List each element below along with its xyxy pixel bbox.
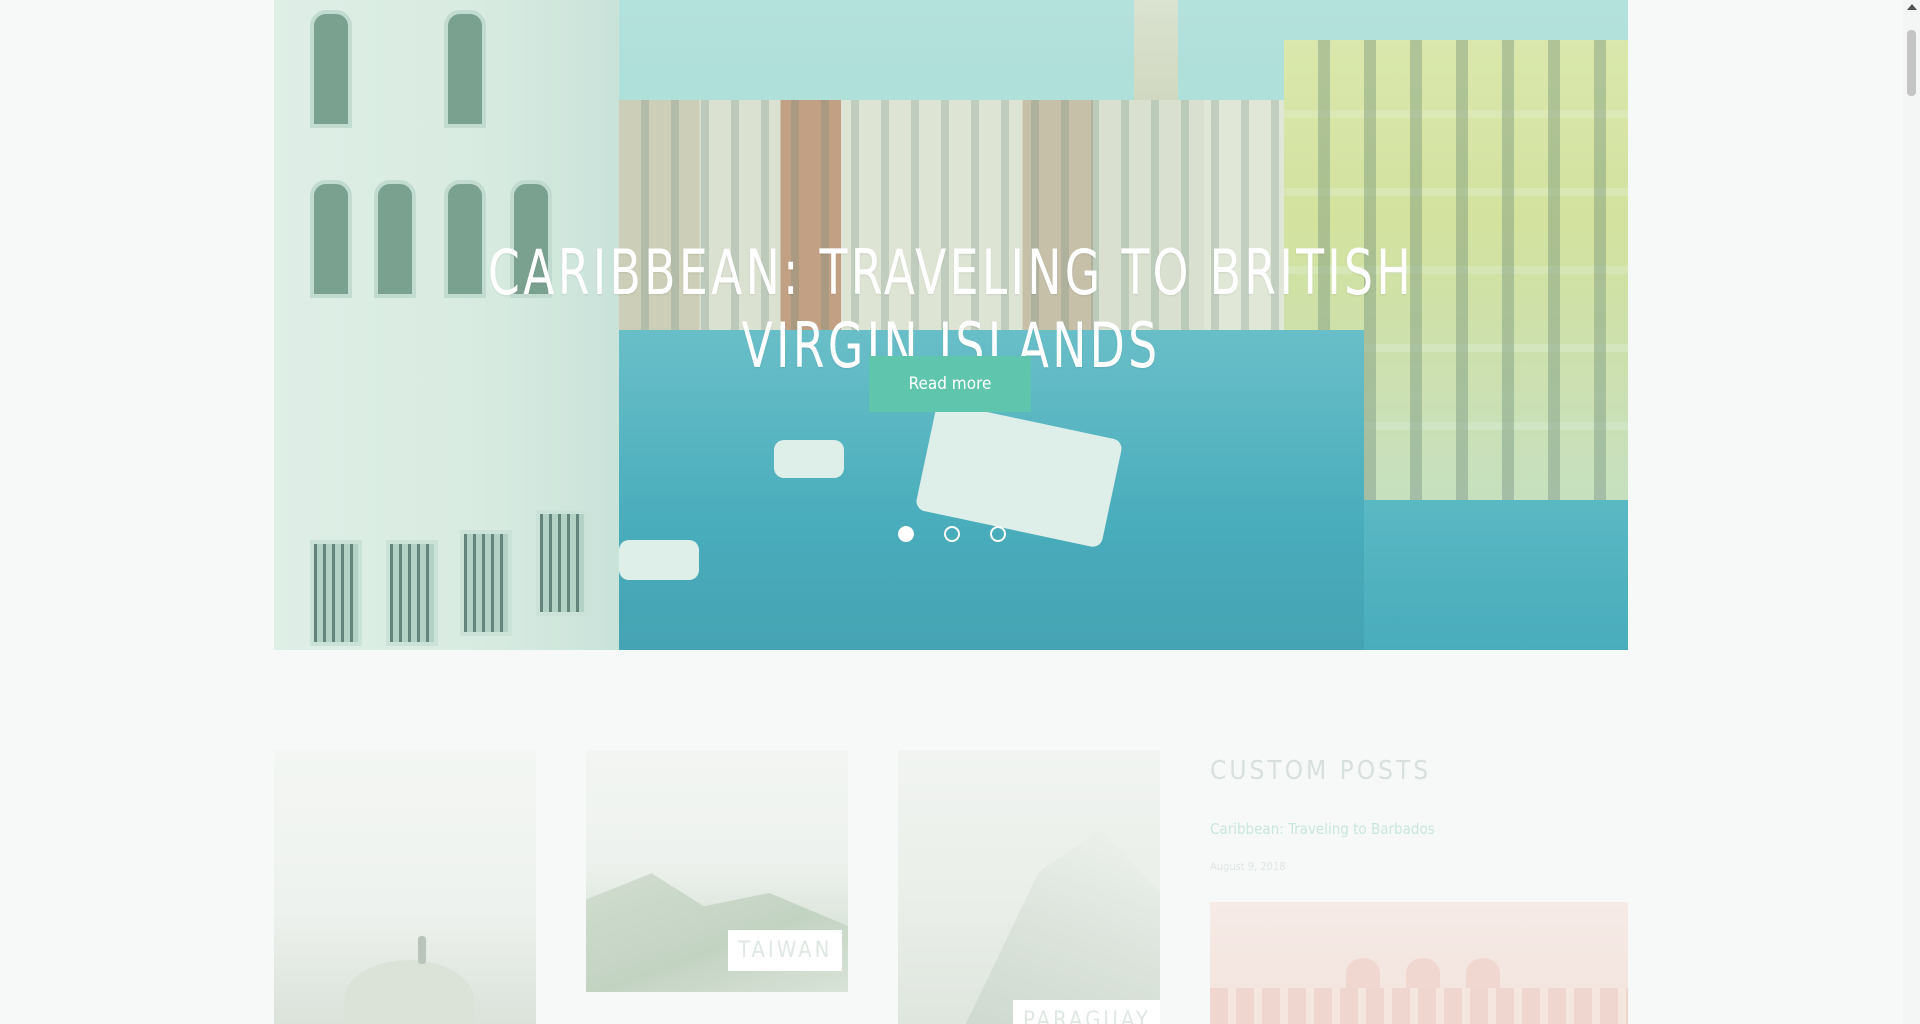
card-image-hills [586, 873, 848, 992]
post-card[interactable] [274, 750, 536, 1024]
page: CARIBBEAN: TRAVELING TO BRITISH VIRGIN I… [0, 0, 1920, 1024]
page-scrollbar[interactable] [1903, 0, 1920, 1024]
thumbnail-dome [1406, 958, 1440, 988]
read-more-button[interactable]: Read more [869, 356, 1031, 412]
slider-dots [898, 526, 1006, 542]
slider-dot-1[interactable] [898, 526, 914, 542]
card-image-person [418, 936, 426, 964]
custom-post-link[interactable]: Caribbean: Traveling to Barbados [1210, 820, 1435, 838]
thumbnail-dome [1346, 958, 1380, 988]
custom-post-date: August 9, 2018 [1210, 860, 1286, 873]
card-image-rock [344, 960, 474, 1024]
widget-title: CUSTOM POSTS [1210, 756, 1432, 786]
card-label[interactable]: TAIWAN [728, 930, 843, 971]
scrollbar-thumb[interactable] [1907, 30, 1916, 96]
thumbnail-dome [1466, 958, 1500, 988]
card-image-mountain [958, 830, 1160, 1024]
hero-slider: CARIBBEAN: TRAVELING TO BRITISH VIRGIN I… [274, 0, 1628, 650]
post-card-taiwan[interactable]: TAIWAN [586, 750, 848, 992]
thumbnail-arches [1210, 988, 1628, 1024]
slider-dot-2[interactable] [944, 526, 960, 542]
card-label[interactable]: PARAGUAY [1013, 1000, 1160, 1024]
scroll-up-arrow-icon[interactable] [1907, 4, 1917, 10]
post-card-paraguay[interactable]: PARAGUAY [898, 750, 1160, 1024]
slider-dot-3[interactable] [990, 526, 1006, 542]
custom-post-thumbnail[interactable] [1210, 902, 1628, 1024]
